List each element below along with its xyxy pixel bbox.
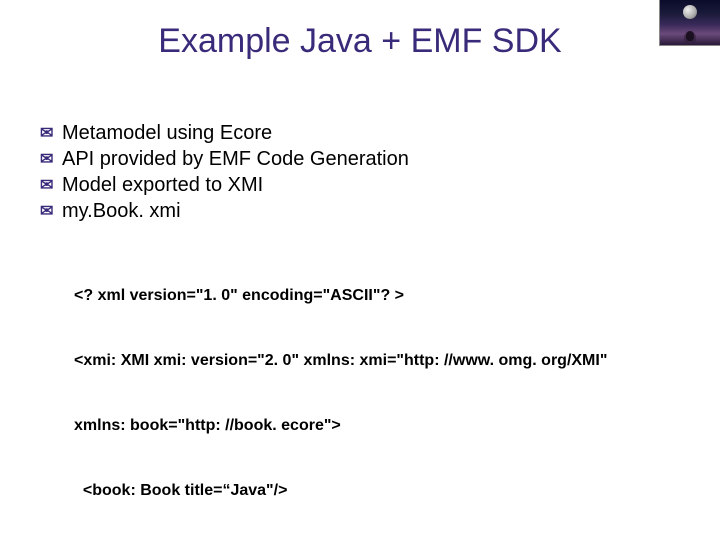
list-item: ✉ API provided by EMF Code Generation xyxy=(40,148,680,172)
envelope-icon: ✉ xyxy=(40,174,62,198)
slide-content: ✉ Metamodel using Ecore ✉ API provided b… xyxy=(40,120,680,540)
xml-line: <book: Book title=“Java"/> xyxy=(74,480,680,502)
envelope-icon: ✉ xyxy=(40,148,62,172)
xml-line: <? xml version="1. 0" encoding="ASCII"? … xyxy=(74,285,680,307)
bullet-text: Metamodel using Ecore xyxy=(62,122,272,145)
bullet-text: API provided by EMF Code Generation xyxy=(62,148,409,171)
xml-code-block: <? xml version="1. 0" encoding="ASCII"? … xyxy=(74,242,680,540)
envelope-icon: ✉ xyxy=(40,122,62,146)
list-item: ✉ Metamodel using Ecore xyxy=(40,122,680,146)
bullet-list: ✉ Metamodel using Ecore ✉ API provided b… xyxy=(40,122,680,224)
xml-line: <xmi: XMI xmi: version="2. 0" xmlns: xmi… xyxy=(74,350,680,372)
envelope-icon: ✉ xyxy=(40,200,62,224)
xml-line: xmlns: book="http: //book. ecore"> xyxy=(74,415,680,437)
slide-title: Example Java + EMF SDK xyxy=(0,22,720,61)
bullet-text: my.Book. xmi xyxy=(62,200,181,223)
list-item: ✉ my.Book. xmi xyxy=(40,200,680,224)
bullet-text: Model exported to XMI xyxy=(62,174,263,197)
list-item: ✉ Model exported to XMI xyxy=(40,174,680,198)
